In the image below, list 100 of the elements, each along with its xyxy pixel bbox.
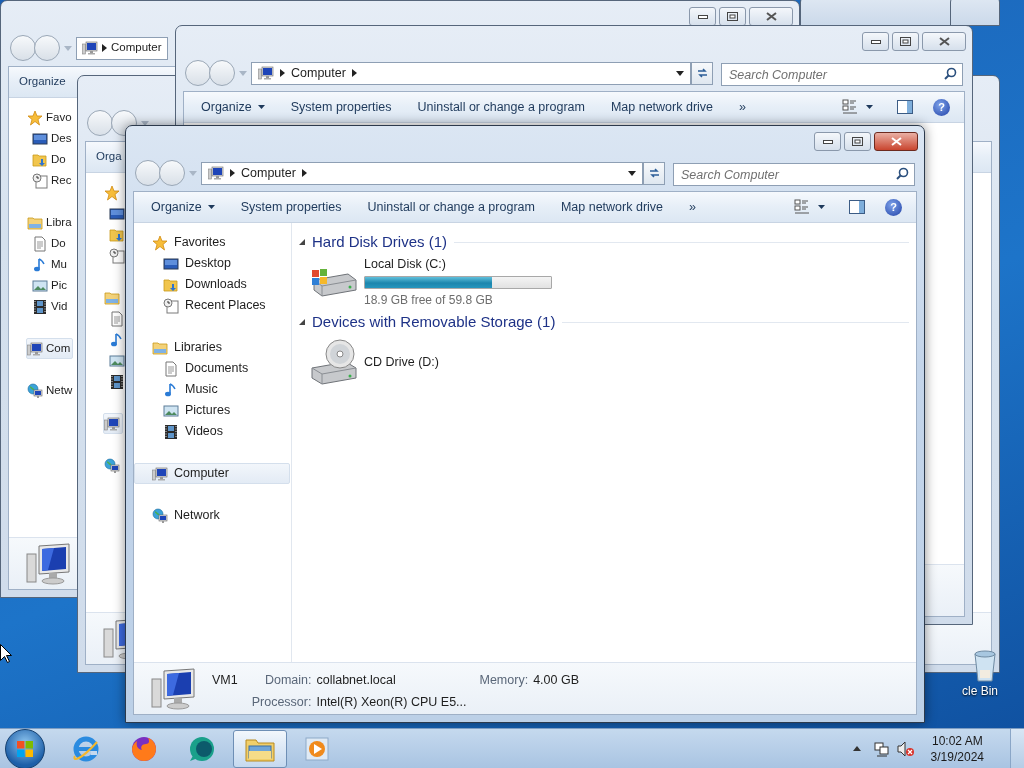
clock-document-icon	[109, 247, 125, 264]
toolbar-button[interactable]: Map network drive	[601, 94, 723, 120]
clock-document-icon	[163, 297, 179, 314]
nav-item[interactable]	[103, 455, 121, 476]
nav-item[interactable]: Libra	[26, 212, 73, 233]
computer-icon	[104, 415, 120, 432]
restore-icon	[900, 37, 911, 46]
close-icon	[938, 37, 950, 46]
minimize-icon	[822, 139, 833, 144]
nav-item[interactable]	[108, 245, 126, 266]
breadcrumb[interactable]: Computer	[111, 39, 162, 57]
toolbar-button[interactable]: Organize	[15, 69, 70, 95]
document-icon	[109, 310, 125, 327]
cd-drive-icon	[310, 338, 358, 386]
drive-name[interactable]: Local Disk (C:)	[364, 255, 552, 274]
nav-item[interactable]	[103, 413, 123, 434]
clock-time: 10:02 AM	[931, 732, 983, 749]
nav-item[interactable]: Videos	[134, 421, 290, 442]
nav-item[interactable]: Do	[31, 233, 67, 254]
refresh-button[interactable]	[643, 161, 665, 185]
nav-item[interactable]: Network	[134, 505, 290, 526]
clock[interactable]: 10:02 AM 3/19/2024	[930, 732, 984, 765]
clock-document-icon	[32, 172, 48, 189]
network-icon	[873, 740, 890, 757]
address-bar[interactable]: Computer	[251, 61, 691, 85]
nav-item[interactable]: Do	[31, 149, 67, 170]
close-button[interactable]	[874, 132, 918, 151]
monitor-icon	[32, 130, 48, 147]
nav-item[interactable]: Mu	[31, 254, 68, 275]
search-field[interactable]: Search Computer	[673, 163, 915, 186]
close-button[interactable]	[922, 32, 966, 51]
folder-download-icon	[163, 276, 179, 293]
preview-pane-icon	[897, 100, 913, 114]
nav-item[interactable]: Downloads	[134, 274, 290, 295]
toolbar-button[interactable]: »	[730, 94, 755, 120]
flag-icon	[16, 739, 34, 758]
document-icon	[163, 360, 179, 377]
nav-item[interactable]	[108, 308, 126, 329]
caret-icon	[866, 105, 873, 109]
breadcrumb[interactable]: Computer	[241, 163, 296, 183]
close-icon	[890, 137, 902, 146]
toolbar-button[interactable]: »	[680, 194, 705, 220]
minimize-icon	[870, 39, 881, 44]
computer-icon	[258, 65, 274, 81]
nav-item[interactable]: Libraries	[134, 337, 290, 358]
computer-icon	[152, 465, 168, 482]
toolbar-button[interactable]: Uninstall or change a program	[358, 194, 544, 220]
film-icon	[32, 298, 48, 315]
toolbar-button[interactable]: Orga	[92, 144, 126, 170]
organize-menu[interactable]: Organize	[142, 194, 224, 220]
nav-item[interactable]: Desktop	[134, 253, 290, 274]
caret-icon	[207, 205, 215, 209]
nav-item[interactable]: Pic	[31, 275, 68, 296]
toolbar-button[interactable]: System properties	[281, 94, 401, 120]
breadcrumb-arrow-icon	[102, 44, 107, 52]
drive-name[interactable]: CD Drive (D:)	[364, 352, 439, 372]
desktop-icon-label[interactable]: cle Bin	[962, 682, 999, 700]
breadcrumb[interactable]: Computer	[291, 63, 346, 83]
picture-icon	[109, 352, 125, 369]
nav-item[interactable]: Vid	[31, 296, 69, 317]
maximize-button[interactable]	[892, 32, 919, 51]
maximize-button[interactable]	[844, 132, 871, 151]
group-header: Devices with Removable Storage (1)	[312, 311, 556, 332]
nav-item[interactable]: Netw	[26, 380, 74, 401]
minimize-button[interactable]	[862, 32, 889, 51]
nav-item[interactable]: Des	[31, 128, 73, 149]
nav-item[interactable]: Com	[26, 338, 74, 359]
address-bar[interactable]: Computer	[76, 36, 168, 60]
organize-menu[interactable]: Organize	[192, 94, 274, 120]
folder-download-icon	[32, 151, 48, 168]
minimize-button[interactable]	[814, 132, 841, 151]
nav-item[interactable]: Favorites	[134, 232, 290, 253]
address-bar[interactable]: Computer	[201, 161, 643, 185]
computer-icon	[25, 541, 73, 586]
picture-icon	[32, 277, 48, 294]
nav-item[interactable]: Recent Places	[134, 295, 290, 316]
refresh-arrows-icon	[695, 67, 709, 79]
nav-item[interactable]: Music	[134, 379, 290, 400]
close-icon	[765, 12, 777, 21]
toolbar-button[interactable]: Uninstall or change a program	[408, 94, 594, 120]
toolbar-button[interactable]: System properties	[231, 194, 351, 220]
toolbar-button[interactable]: Map network drive	[551, 194, 673, 220]
start-button[interactable]	[5, 728, 45, 768]
chevron-up-icon	[852, 746, 861, 751]
nav-item[interactable]: Documents	[134, 358, 290, 379]
nav-item[interactable]: Computer	[134, 463, 290, 484]
dropdown-caret-icon	[628, 170, 636, 176]
monitor-icon	[163, 255, 179, 272]
preview-pane-icon	[849, 200, 865, 214]
nav-item[interactable]: Favo	[26, 107, 73, 128]
refresh-button[interactable]	[691, 61, 713, 85]
nav-item[interactable]: Rec	[31, 170, 73, 191]
restore-icon	[727, 12, 738, 21]
music-note-icon	[109, 331, 125, 348]
library-folder-icon	[152, 339, 168, 356]
group-header: Hard Disk Drives (1)	[312, 231, 447, 252]
taskbar-app[interactable]	[233, 729, 287, 768]
cursor-icon	[0, 644, 12, 663]
search-field[interactable]: Search Computer	[721, 63, 963, 86]
nav-item[interactable]: Pictures	[134, 400, 290, 421]
